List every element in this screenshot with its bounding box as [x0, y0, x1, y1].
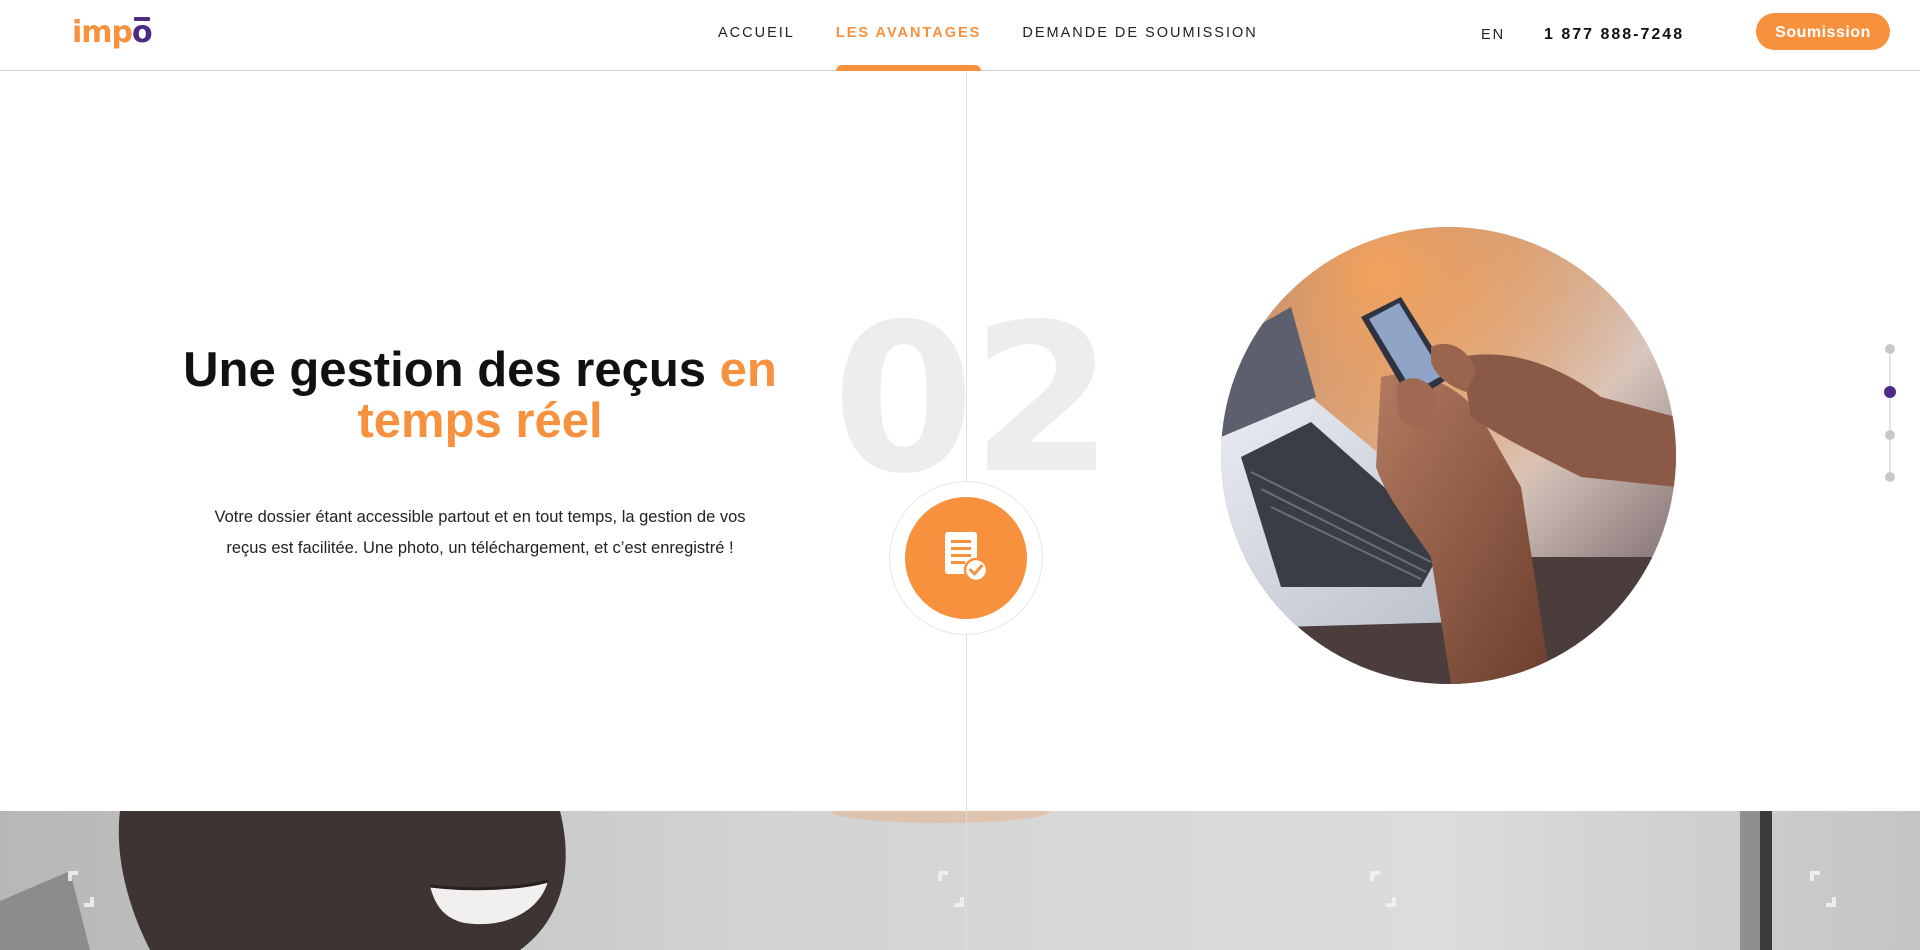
hero-description: Votre dossier étant accessible partout e…	[214, 508, 746, 557]
hero-title: Une gestion des reçus en temps réel	[160, 345, 800, 447]
pager-dot-4[interactable]	[1885, 472, 1895, 482]
hero-title-main: Une gestion des reçus	[183, 343, 706, 397]
pager-dot-3[interactable]	[1885, 430, 1895, 440]
receipt-check-icon	[945, 532, 989, 583]
language-switch[interactable]: EN	[1481, 0, 1505, 70]
pager-track	[1889, 348, 1891, 476]
pager-dot-1[interactable]	[1885, 344, 1895, 354]
receipt-icon-button[interactable]	[905, 497, 1027, 619]
nav-item-les-avantages[interactable]: LES AVANTAGES	[835, 0, 982, 71]
main-nav: ACCUEIL LES AVANTAGES DEMANDE DE SOUMISS…	[718, 0, 1299, 71]
next-section-photo	[0, 811, 1920, 950]
hero-photo	[1221, 227, 1676, 684]
soumission-button[interactable]: Soumission	[1756, 13, 1890, 50]
site-header: impo ACCUEIL LES AVANTAGES DEMANDE DE SO…	[0, 0, 1920, 71]
section-pager	[1882, 340, 1898, 485]
nav-item-demande-de-soumission[interactable]: DEMANDE DE SOUMISSION	[1022, 0, 1257, 70]
nav-item-accueil[interactable]: ACCUEIL	[718, 0, 795, 70]
impo-logo[interactable]: impo	[72, 14, 153, 52]
pager-dot-2-active[interactable]	[1884, 386, 1896, 398]
phone-number-link[interactable]: 1 877 888-7248	[1544, 0, 1684, 70]
